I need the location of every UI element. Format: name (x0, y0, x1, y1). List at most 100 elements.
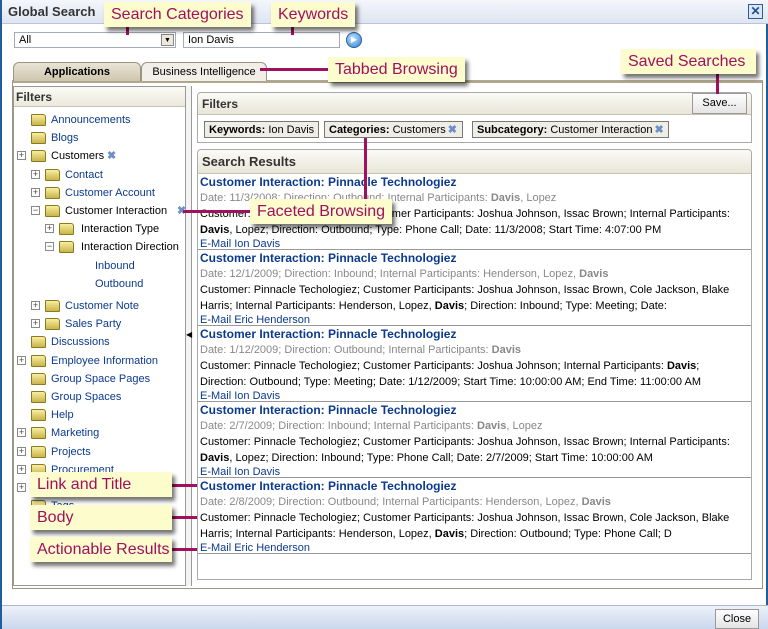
text-segment: , Lopez; Direction: Inbound; Type: Phone… (229, 451, 653, 464)
save-search-button[interactable]: Save... (692, 93, 747, 114)
result-meta: Date: 2/7/2009; Direction: Inbound; Inte… (200, 420, 542, 432)
remove-filter-icon[interactable]: ✖ (654, 125, 664, 136)
collapse-left-icon[interactable]: ◀ (186, 330, 192, 339)
collapse-icon[interactable]: − (45, 242, 54, 252)
folder-icon (31, 150, 46, 163)
tree-item-label[interactable]: Contact (65, 167, 103, 183)
tree-item[interactable]: Group Spaces (14, 389, 184, 406)
go-arrow-icon[interactable]: ▶ (346, 32, 362, 48)
tab-business-intelligence[interactable]: Business Intelligence (141, 62, 267, 81)
tab-applications[interactable]: Applications (13, 62, 141, 81)
text-segment: , Lopez (520, 192, 557, 204)
tree-item[interactable]: + Customer Note (14, 298, 184, 315)
tree-item-label[interactable]: Employee Information (51, 353, 158, 369)
filter-chip: Subcategory: Customer Interaction ✖ (472, 121, 670, 138)
tree-item-label[interactable]: Help (51, 407, 74, 423)
tree-item[interactable]: + Marketing (14, 425, 184, 442)
result-action-link[interactable]: E-Mail Ion Davis (200, 466, 280, 478)
folder-icon (31, 354, 46, 367)
callout-faceted-browsing: Faceted Browsing (250, 199, 393, 224)
expand-icon[interactable]: + (17, 428, 26, 438)
chevron-down-icon[interactable]: ▼ (161, 34, 174, 46)
remove-filter-icon[interactable]: ✖ (107, 151, 117, 162)
expand-icon[interactable]: + (17, 355, 26, 365)
expand-icon[interactable]: + (31, 187, 40, 197)
tree-item[interactable]: + Customer Account (14, 185, 184, 202)
tree-item[interactable]: Group Space Pages (14, 371, 184, 388)
expand-icon[interactable]: + (17, 446, 26, 456)
text-segment: Date: 2/7/2009; Direction: Inbound; Inte… (200, 420, 477, 432)
callout-search-categories: Search Categories (104, 2, 251, 27)
panel-splitter[interactable]: ◀ (186, 86, 192, 586)
tree-item-label[interactable]: Discussions (51, 334, 110, 350)
keywords-input[interactable] (183, 32, 340, 48)
expand-icon[interactable]: + (17, 151, 26, 161)
folder-icon (31, 372, 46, 385)
text-segment: Customer: Pinnacle Techologiez; Customer… (200, 436, 730, 448)
filter-chip: Keywords: Ion Davis (204, 121, 320, 138)
folder-icon (59, 223, 74, 236)
expand-icon[interactable]: + (17, 464, 26, 474)
tree-item-label[interactable]: Outbound (95, 276, 143, 292)
tree-item[interactable]: + Employee Information (14, 353, 184, 370)
tree-item-label[interactable]: Marketing (51, 425, 99, 441)
tree-item[interactable]: + Customers ✖ (14, 148, 184, 165)
result-title-link[interactable]: Customer Interaction: Pinnacle Technolog… (200, 175, 456, 189)
tree-item[interactable]: Blogs (14, 130, 184, 147)
global-search-dialog: Global Search ✕ All ▼ ▶ Applications Bus… (0, 0, 768, 629)
tree-item-label[interactable]: Announcements (51, 112, 131, 128)
tree-item[interactable]: Announcements (14, 112, 184, 129)
tree-item-label[interactable]: Projects (51, 444, 91, 460)
tree-item-label[interactable]: Customer Account (65, 185, 155, 201)
result-title-link[interactable]: Customer Interaction: Pinnacle Technolog… (200, 479, 456, 493)
tree-item[interactable]: Discussions (14, 334, 184, 351)
close-button[interactable]: Close (715, 609, 759, 629)
tree-item-label[interactable]: Group Spaces (51, 389, 121, 405)
tree-item-label[interactable]: Sales Party (65, 316, 121, 332)
tree-item[interactable]: Outbound (14, 276, 184, 293)
tree-item[interactable]: + Contact (14, 167, 184, 184)
expand-icon[interactable]: + (17, 483, 26, 492)
tree-item-label[interactable]: Inbound (95, 258, 135, 274)
folder-icon (31, 391, 46, 403)
expand-icon[interactable]: + (31, 169, 40, 179)
folder-open-icon (45, 205, 60, 217)
result-title-link[interactable]: Customer Interaction: Pinnacle Technolog… (200, 327, 456, 341)
tree-item[interactable]: + Interaction Type (14, 221, 184, 238)
tree-item[interactable]: + Sales Party (14, 316, 184, 333)
folder-icon (45, 168, 60, 181)
result-action-link[interactable]: E-Mail Ion Davis (200, 390, 280, 402)
tree-item[interactable]: − Interaction Direction (14, 239, 184, 256)
result-meta: Date: 2/8/2009; Direction: Outbound; Int… (200, 496, 611, 508)
highlighted-term: Davis (491, 344, 522, 356)
filter-chip-key: Categories: (329, 124, 390, 136)
folder-open-icon (59, 241, 74, 254)
expand-icon[interactable]: + (31, 319, 40, 329)
filters-tree-title: Filters (14, 87, 185, 107)
dialog-footer: Close (2, 605, 768, 629)
tree-item-label[interactable]: Customer Note (65, 298, 139, 314)
folder-icon (45, 186, 60, 199)
search-category-select[interactable]: All ▼ (14, 32, 176, 48)
tree-item-label[interactable]: Group Space Pages (51, 371, 150, 387)
remove-filter-icon[interactable]: ✖ (448, 125, 458, 136)
highlighted-term: Davis (434, 527, 465, 540)
collapse-icon[interactable]: − (31, 206, 40, 215)
close-icon[interactable]: ✕ (748, 4, 763, 19)
tree-item[interactable]: Inbound (14, 258, 184, 275)
result-title-link[interactable]: Customer Interaction: Pinnacle Technolog… (200, 403, 456, 417)
result-body: Customer: Pinnacle Techologiez; Customer… (200, 359, 740, 390)
filter-chip: Categories: Customers ✖ (324, 121, 463, 138)
result-action-link[interactable]: E-Mail Eric Henderson (200, 542, 310, 554)
expand-icon[interactable]: + (31, 301, 40, 310)
tree-item[interactable]: + Projects (14, 444, 184, 461)
expand-icon[interactable]: + (45, 224, 54, 234)
result-title-link[interactable]: Customer Interaction: Pinnacle Technolog… (200, 251, 456, 265)
result-action-link[interactable]: E-Mail Ion Davis (200, 238, 280, 250)
tree-item[interactable]: Help (14, 407, 184, 424)
result-action-link[interactable]: E-Mail Eric Henderson (200, 314, 310, 326)
highlighted-term: Davis (490, 192, 521, 204)
tree-item-label[interactable]: Blogs (51, 130, 79, 146)
tree-item-label: Customers (51, 150, 105, 163)
tree-item[interactable]: − Customer Interaction ✖ (14, 203, 186, 220)
